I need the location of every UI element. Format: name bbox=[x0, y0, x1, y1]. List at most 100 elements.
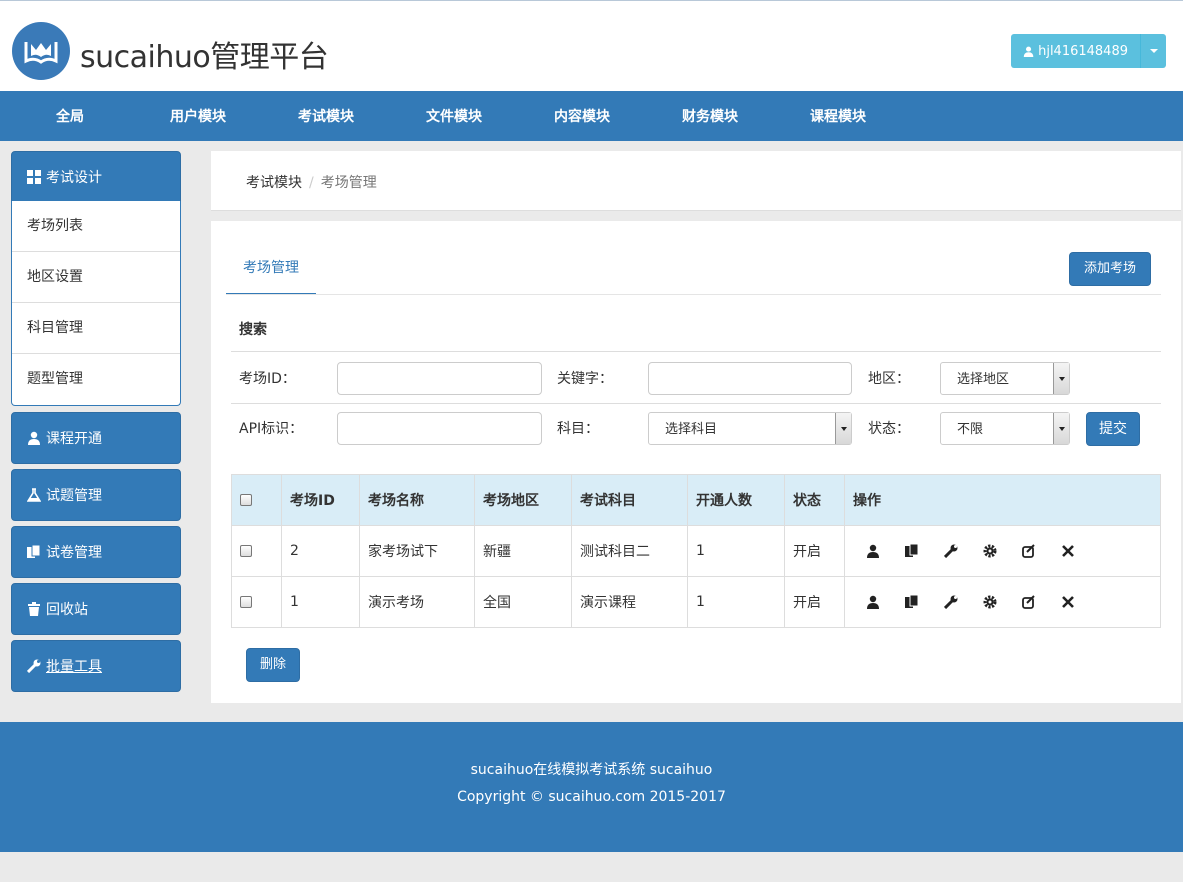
nav-item-global[interactable]: 全局 bbox=[6, 91, 134, 141]
nav-item-users[interactable]: 用户模块 bbox=[134, 91, 262, 141]
cell-name: 演示考场 bbox=[359, 576, 475, 628]
sidebar-item-region-settings[interactable]: 地区设置 bbox=[12, 252, 180, 303]
col-header: 考场名称 bbox=[359, 474, 475, 526]
breadcrumb-parent[interactable]: 考试模块 bbox=[246, 175, 302, 191]
sidebar-item-question-mgmt[interactable]: 试题管理 bbox=[11, 469, 181, 521]
breadcrumb-separator: / bbox=[309, 175, 314, 191]
breadcrumb: 考试模块 / 考场管理 bbox=[246, 172, 377, 192]
wrench-icon[interactable] bbox=[943, 543, 959, 559]
caret-down-icon bbox=[1149, 49, 1158, 53]
room-id-label: 考场ID： bbox=[239, 371, 296, 387]
cell-subject: 测试科目二 bbox=[571, 525, 688, 577]
api-input[interactable] bbox=[337, 412, 542, 445]
cell-status: 开启 bbox=[784, 576, 845, 628]
nav-item-files[interactable]: 文件模块 bbox=[390, 91, 518, 141]
keyword-input[interactable] bbox=[648, 362, 852, 395]
region-select[interactable]: 选择地区 bbox=[940, 362, 1070, 395]
copy-icon[interactable] bbox=[904, 543, 920, 559]
status-select-value: 不限 bbox=[957, 422, 984, 437]
book-logo-icon[interactable] bbox=[12, 22, 70, 80]
nav-item-content[interactable]: 内容模块 bbox=[518, 91, 646, 141]
nav-item-course[interactable]: 课程模块 bbox=[774, 91, 902, 141]
nav-item-finance[interactable]: 财务模块 bbox=[646, 91, 774, 141]
edit-icon[interactable] bbox=[1021, 594, 1037, 610]
col-header: 考场地区 bbox=[474, 474, 572, 526]
main-panel: 考场管理 添加考场 搜索 考场ID： 关键字： 地区： 选择地区 API标识： … bbox=[211, 221, 1181, 703]
wrench-icon[interactable] bbox=[943, 594, 959, 610]
room-table: 考场ID 考场名称 考场地区 考试科目 开通人数 状态 操作 2 家考场试下 新… bbox=[231, 474, 1161, 628]
gear-icon[interactable] bbox=[982, 543, 998, 559]
sidebar-item-subject-mgmt[interactable]: 科目管理 bbox=[12, 303, 180, 354]
username: hjl416148489 bbox=[1038, 43, 1128, 59]
gear-icon[interactable] bbox=[982, 594, 998, 610]
user-icon[interactable] bbox=[865, 594, 881, 610]
row-checkbox[interactable] bbox=[240, 545, 252, 557]
copy-icon[interactable] bbox=[904, 594, 920, 610]
room-id-input[interactable] bbox=[337, 362, 542, 395]
add-room-button[interactable]: 添加考场 bbox=[1069, 252, 1151, 286]
cell-id: 2 bbox=[281, 525, 360, 577]
cell-id: 1 bbox=[281, 576, 360, 628]
nav-item-exam[interactable]: 考试模块 bbox=[262, 91, 390, 141]
select-all-checkbox[interactable] bbox=[240, 494, 252, 506]
delete-button[interactable]: 删除 bbox=[246, 648, 300, 682]
grid-icon bbox=[27, 169, 41, 184]
edit-icon[interactable] bbox=[1021, 543, 1037, 559]
sidebar-item-recycle[interactable]: 回收站 bbox=[11, 583, 181, 635]
select-arrow-icon bbox=[1053, 413, 1069, 444]
trash-icon bbox=[28, 602, 40, 616]
select-arrow-icon bbox=[1053, 363, 1069, 394]
breadcrumb-current: 考场管理 bbox=[320, 175, 377, 191]
header: sucaihuo管理平台 hjl416148489 bbox=[0, 0, 1183, 91]
table-row: 1 演示考场 全国 演示课程 1 开启 bbox=[231, 576, 1161, 628]
cell-status: 开启 bbox=[784, 525, 845, 577]
flask-icon bbox=[27, 488, 41, 502]
sidebar-item-paper-mgmt[interactable]: 试卷管理 bbox=[11, 526, 181, 578]
select-arrow-icon bbox=[835, 413, 851, 444]
row-select-cell bbox=[231, 525, 282, 577]
status-label: 状态： bbox=[868, 421, 910, 437]
sidebar-item-label: 考试设计 bbox=[46, 169, 102, 186]
subject-select-value: 选择科目 bbox=[665, 422, 718, 437]
api-label: API标识： bbox=[239, 421, 304, 437]
user-icon[interactable] bbox=[865, 543, 881, 559]
sidebar-item-room-list[interactable]: 考场列表 bbox=[12, 201, 180, 252]
cell-count: 1 bbox=[687, 576, 785, 628]
sidebar-item-exam-design[interactable]: 考试设计 bbox=[11, 151, 181, 202]
close-icon[interactable] bbox=[1060, 594, 1076, 610]
sidebar-item-label: 试题管理 bbox=[46, 488, 102, 504]
divider bbox=[231, 403, 1161, 404]
user-dropdown-toggle[interactable] bbox=[1141, 34, 1166, 68]
row-checkbox[interactable] bbox=[240, 596, 252, 608]
row-select-cell bbox=[231, 576, 282, 628]
submit-button[interactable]: 提交 bbox=[1086, 412, 1140, 446]
col-header: 考试科目 bbox=[571, 474, 688, 526]
breadcrumb-panel: 考试模块 / 考场管理 bbox=[211, 151, 1181, 211]
brand-title[interactable]: sucaihuo管理平台 bbox=[80, 32, 329, 76]
status-select[interactable]: 不限 bbox=[940, 412, 1070, 445]
copy-icon bbox=[27, 545, 41, 558]
user-menu-button[interactable]: hjl416148489 bbox=[1011, 34, 1166, 68]
cell-name: 家考场试下 bbox=[359, 525, 475, 577]
search-title: 搜索 bbox=[239, 322, 267, 338]
col-header: 操作 bbox=[844, 474, 1161, 526]
sidebar-item-label: 回收站 bbox=[46, 602, 88, 618]
cell-region: 新疆 bbox=[474, 525, 572, 577]
tab-room-mgmt[interactable]: 考场管理 bbox=[226, 251, 316, 295]
user-icon bbox=[1023, 46, 1034, 57]
footer: sucaihuo在线模拟考试系统 sucaihuo Copyright © su… bbox=[0, 722, 1183, 852]
sidebar-item-label: 批量工具 bbox=[46, 659, 102, 675]
user-button[interactable]: hjl416148489 bbox=[1011, 34, 1141, 68]
sidebar-item-label: 试卷管理 bbox=[46, 545, 102, 561]
close-icon[interactable] bbox=[1060, 543, 1076, 559]
cell-actions bbox=[844, 576, 1161, 628]
sidebar-item-batch-tools[interactable]: 批量工具 bbox=[11, 640, 181, 692]
sidebar-submenu: 考场列表 地区设置 科目管理 题型管理 bbox=[11, 201, 181, 406]
subject-select[interactable]: 选择科目 bbox=[648, 412, 852, 445]
region-label: 地区： bbox=[868, 371, 910, 387]
sidebar-item-course-open[interactable]: 课程开通 bbox=[11, 412, 181, 464]
region-select-value: 选择地区 bbox=[957, 372, 1010, 387]
table-row: 2 家考场试下 新疆 测试科目二 1 开启 bbox=[231, 525, 1161, 577]
sidebar-item-question-type[interactable]: 题型管理 bbox=[12, 354, 180, 405]
col-header: 开通人数 bbox=[687, 474, 785, 526]
